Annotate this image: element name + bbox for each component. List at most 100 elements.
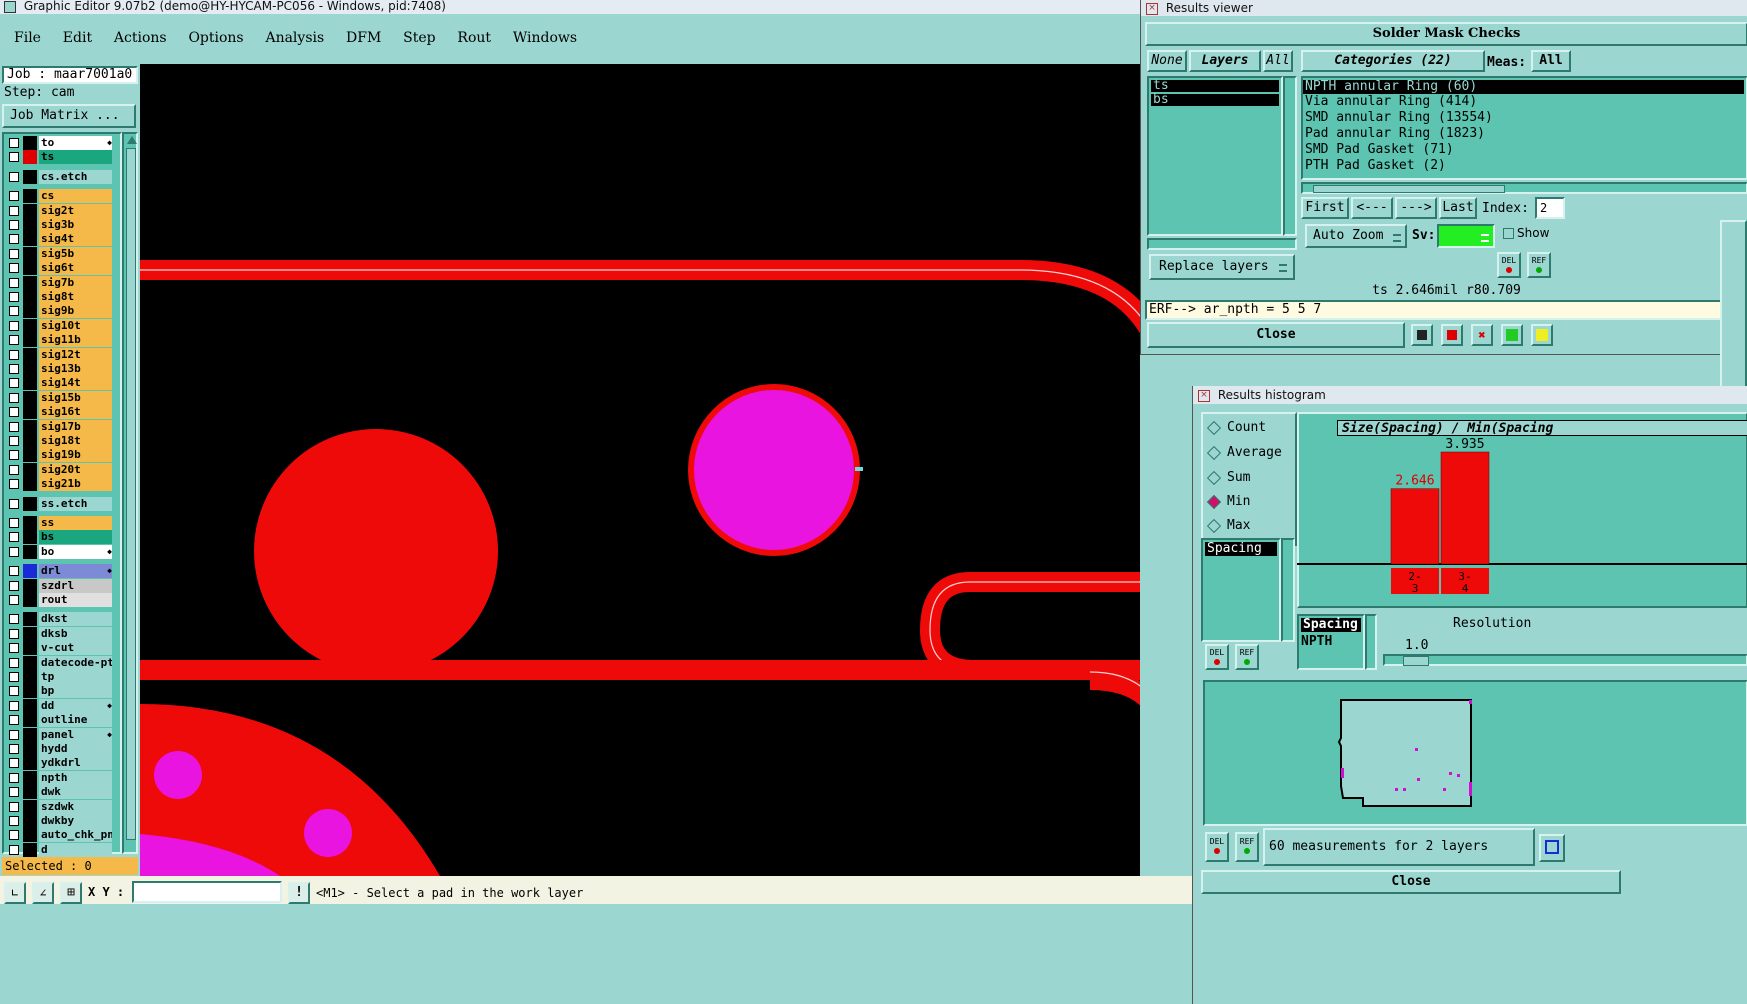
menu-analysis[interactable]: Analysis: [265, 30, 324, 46]
layer-checkbox[interactable]: [9, 657, 19, 668]
layer-name[interactable]: sig4t: [39, 232, 112, 247]
layer-row-sig3b[interactable]: sig3b: [6, 218, 112, 232]
show-checkbox[interactable]: [1503, 228, 1514, 239]
layer-row-dksb[interactable]: dksb: [6, 626, 112, 641]
layers-listbox[interactable]: ts bs: [1147, 76, 1283, 236]
layer-item-bs[interactable]: bs: [1151, 93, 1279, 106]
category-item[interactable]: SMD annular Ring (13554): [1303, 110, 1746, 126]
layer-row-sig6t[interactable]: sig6t: [6, 261, 112, 276]
layer-row-ydkdrl[interactable]: ydkdrl: [6, 756, 112, 771]
preview-del-button[interactable]: DEL: [1205, 832, 1229, 862]
layer-name[interactable]: tp: [39, 670, 112, 684]
layer-checkbox[interactable]: [9, 643, 19, 654]
layer-checkbox[interactable]: [9, 566, 19, 577]
layer-row-v-cut[interactable]: v-cut: [6, 641, 112, 656]
layer-row-sig20t[interactable]: sig20t: [6, 462, 112, 477]
layer-color-swatch[interactable]: [23, 390, 37, 405]
layer-name[interactable]: ss.etch: [39, 496, 112, 511]
layer-checkbox[interactable]: [9, 830, 19, 841]
menu-step[interactable]: Step: [403, 30, 435, 46]
layer-row-ss.etch[interactable]: ss.etch: [6, 496, 112, 511]
layer-checkbox[interactable]: [9, 479, 19, 490]
layer-checkbox[interactable]: [9, 263, 19, 274]
close-histogram-button[interactable]: Close: [1201, 870, 1621, 894]
resolution-slider[interactable]: [1383, 654, 1747, 666]
layer-name[interactable]: sig12t: [39, 347, 112, 362]
first-button[interactable]: First: [1301, 197, 1349, 219]
layer-checkbox[interactable]: [9, 234, 19, 245]
layer-row-datecode-pte[interactable]: datecode-pte: [6, 655, 112, 670]
layer-name[interactable]: sig6t: [39, 261, 112, 276]
angle-tool-icon[interactable]: ∠: [32, 882, 54, 904]
layer-name[interactable]: sig14t: [39, 376, 112, 391]
all-layers-button[interactable]: All: [1263, 50, 1293, 72]
menu-dfm[interactable]: DFM: [346, 30, 381, 46]
layer-checkbox[interactable]: [9, 349, 19, 360]
close-x-icon[interactable]: ×: [1198, 389, 1210, 402]
category-item[interactable]: Pad annular Ring (1823): [1303, 126, 1746, 142]
layer-name[interactable]: ss: [39, 516, 112, 530]
layer-row-auto_chk_pnl[interactable]: auto_chk_pnl: [6, 828, 112, 843]
layer-name[interactable]: ts: [39, 150, 112, 165]
layer-checkbox[interactable]: [9, 407, 19, 418]
layer-row-rout[interactable]: rout: [6, 593, 112, 607]
layer-checkbox[interactable]: [9, 614, 19, 625]
layer-row-outline[interactable]: outline: [6, 713, 112, 728]
layer-color-swatch[interactable]: [23, 362, 37, 376]
layer-color-swatch[interactable]: [23, 218, 37, 232]
meas-all-button[interactable]: All: [1531, 50, 1571, 72]
layer-color-swatch[interactable]: [23, 727, 37, 742]
layer-row-sig9b[interactable]: sig9b: [6, 304, 112, 319]
layer-row-bs[interactable]: bs: [6, 530, 112, 545]
spacing-vscroll[interactable]: [1365, 614, 1377, 670]
layer-name[interactable]: rout: [39, 593, 112, 607]
layer-name[interactable]: sig8t: [39, 290, 112, 304]
layer-checkbox[interactable]: [9, 220, 19, 230]
layer-color-swatch[interactable]: [23, 261, 37, 276]
layer-checkbox[interactable]: [9, 772, 19, 783]
layer-name[interactable]: szdrl: [39, 578, 112, 593]
layer-name[interactable]: sig17b: [39, 419, 112, 434]
close-x-icon[interactable]: ×: [1146, 2, 1158, 15]
layer-color-swatch[interactable]: [23, 376, 37, 391]
layer-checkbox[interactable]: [9, 191, 19, 202]
layer-color-swatch[interactable]: [23, 684, 37, 699]
window-toggle-icon[interactable]: [1539, 834, 1565, 862]
layer-row-sig10t[interactable]: sig10t: [6, 318, 112, 333]
categories-button[interactable]: Categories (22): [1301, 50, 1485, 72]
layer-row-dkst[interactable]: dkst: [6, 612, 112, 627]
layer-color-swatch[interactable]: [23, 434, 37, 448]
layer-name[interactable]: dkst: [39, 612, 112, 627]
layer-checkbox[interactable]: [9, 758, 19, 769]
layer-checkbox[interactable]: [9, 816, 19, 826]
layer-row-sig21b[interactable]: sig21b: [6, 477, 112, 492]
measure-vscroll[interactable]: [1281, 538, 1295, 642]
layer-checkbox[interactable]: [9, 292, 19, 302]
layer-color-swatch[interactable]: [23, 799, 37, 814]
layer-name[interactable]: d: [39, 842, 112, 857]
layer-checkbox[interactable]: [9, 248, 19, 259]
layer-color-swatch[interactable]: [23, 544, 37, 559]
layer-name[interactable]: cs.etch: [39, 169, 112, 184]
layer-checkbox[interactable]: [9, 306, 19, 317]
radio-max[interactable]: Max: [1206, 518, 1250, 533]
layer-name[interactable]: sig15b: [39, 390, 112, 405]
layer-color-swatch[interactable]: [23, 496, 37, 511]
layer-row-to[interactable]: to ◆: [6, 136, 112, 150]
layer-checkbox[interactable]: [9, 421, 19, 432]
layer-name[interactable]: bs: [39, 530, 112, 545]
layer-name[interactable]: bo: [39, 544, 112, 559]
info-icon[interactable]: !: [288, 882, 310, 904]
layer-checkbox[interactable]: [9, 205, 19, 216]
layer-name[interactable]: sig5b: [39, 246, 112, 261]
layer-checkbox[interactable]: [9, 672, 19, 682]
layer-row-ts[interactable]: ts: [6, 150, 112, 165]
layer-row-sig11b[interactable]: sig11b: [6, 333, 112, 348]
layer-name[interactable]: dksb: [39, 626, 112, 641]
layer-checkbox[interactable]: [9, 436, 19, 446]
categories-hscroll[interactable]: [1301, 182, 1747, 194]
layer-color-swatch[interactable]: [23, 232, 37, 247]
layer-checkbox[interactable]: [9, 744, 19, 754]
layer-row-sig19b[interactable]: sig19b: [6, 448, 112, 463]
layer-row-cs.etch[interactable]: cs.etch: [6, 169, 112, 184]
